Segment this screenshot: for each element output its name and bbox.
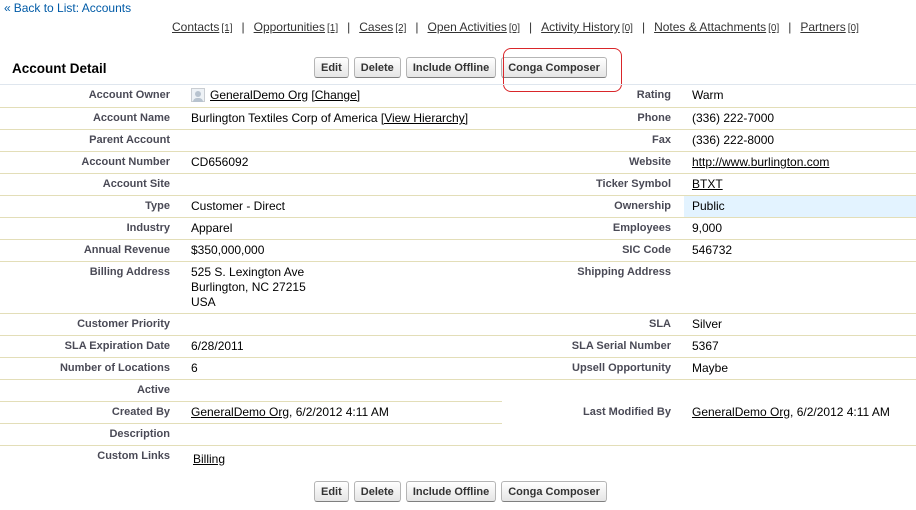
last-modified-by-value: GeneralDemo Org, 6/2/2012 4:11 AM: [692, 405, 890, 419]
billing-address-line2: Burlington, NC 27215: [191, 280, 306, 294]
rating-value: Warm: [692, 88, 724, 102]
edit-button-bottom[interactable]: Edit: [314, 481, 349, 502]
industry-label: Industry: [126, 222, 170, 234]
delete-button[interactable]: Delete: [353, 57, 401, 78]
related-link-notes-attachments[interactable]: Notes & Attachments [0]: [654, 20, 779, 34]
separator: |: [788, 20, 792, 34]
account-site-label: Account Site: [102, 178, 170, 190]
last-modified-by-link[interactable]: GeneralDemo Org: [692, 405, 790, 419]
separator: |: [241, 20, 245, 34]
customer-priority-label: Customer Priority: [77, 318, 170, 330]
description-label: Description: [109, 428, 170, 440]
ticker-symbol-link[interactable]: BTXT: [692, 177, 723, 192]
separator: |: [347, 20, 351, 34]
conga-composer-button-bottom[interactable]: Conga Composer: [501, 481, 607, 502]
ownership-value: Public: [692, 199, 725, 213]
num-locations-value: 6: [191, 361, 198, 375]
ownership-label: Ownership: [614, 200, 671, 212]
account-owner-value: GeneralDemo Org [Change]: [191, 88, 360, 103]
related-link-partners[interactable]: Partners [0]: [800, 20, 858, 34]
include-offline-button-bottom[interactable]: Include Offline: [405, 481, 497, 502]
custom-links-label: Custom Links: [97, 450, 170, 462]
related-list-links: Contacts [1] | Opportunities [1] | Cases [2] | Op…: [172, 20, 859, 34]
back-to-list-link[interactable]: «Back to List: Accounts: [4, 1, 131, 15]
annual-revenue-value: $350,000,000: [191, 243, 265, 257]
website-link[interactable]: http://www.burlington.com: [692, 155, 829, 170]
change-owner-link[interactable]: [Change]: [311, 88, 360, 102]
separator: |: [641, 20, 646, 34]
highlight-annotation: [503, 48, 622, 92]
parent-account-label: Parent Account: [89, 134, 170, 146]
fax-label: Fax: [652, 134, 671, 146]
related-link-open-activities[interactable]: Open Activities [0]: [428, 20, 521, 34]
created-by-value: GeneralDemo Org, 6/2/2012 4:11 AM: [191, 405, 389, 419]
type-value: Customer - Direct: [191, 199, 286, 213]
billing-custom-link[interactable]: Billing: [193, 452, 225, 467]
sic-code-label: SIC Code: [622, 244, 671, 256]
billing-address-value: 525 S. Lexington Ave Burlington, NC 2721…: [191, 265, 306, 310]
account-number-value: CD656092: [191, 155, 249, 169]
account-name-value: Burlington Textiles Corp of America [Vie…: [191, 111, 469, 125]
header-divider: [0, 84, 916, 85]
sla-label: SLA: [649, 318, 671, 330]
edit-button[interactable]: Edit: [314, 57, 349, 78]
separator: |: [529, 20, 533, 34]
sic-code-value: 546732: [692, 243, 733, 257]
view-hierarchy-link[interactable]: [View Hierarchy]: [381, 111, 468, 125]
shipping-address-label: Shipping Address: [577, 266, 671, 278]
sla-serial-label: SLA Serial Number: [571, 340, 671, 352]
active-label: Active: [136, 384, 170, 396]
last-modified-by-label: Last Modified By: [582, 406, 671, 418]
billing-address-label: Billing Address: [89, 266, 170, 278]
phone-value: (336) 222-7000: [692, 111, 775, 125]
sla-expiration-value: 6/28/2011: [191, 339, 244, 353]
sla-serial-value: 5367: [692, 339, 719, 353]
phone-label: Phone: [637, 112, 671, 124]
ticker-symbol-label: Ticker Symbol: [596, 178, 671, 190]
created-by-label: Created By: [111, 406, 170, 418]
account-number-label: Account Number: [81, 156, 170, 168]
billing-address-line1: 525 S. Lexington Ave: [191, 265, 305, 279]
fax-value: (336) 222-8000: [692, 133, 775, 147]
separator: |: [415, 20, 419, 34]
bottom-button-bar: Edit Delete Include Offline Conga Compos…: [314, 481, 607, 502]
num-locations-label: Number of Locations: [59, 362, 170, 374]
account-owner-label: Account Owner: [88, 89, 170, 101]
user-avatar-icon: [191, 88, 205, 102]
rating-label: Rating: [636, 89, 671, 101]
section-title: Account Detail: [12, 61, 107, 76]
account-name-label: Account Name: [92, 112, 170, 124]
billing-address-line3: USA: [191, 295, 216, 309]
employees-value: 9,000: [692, 221, 723, 235]
back-arrow-icon: «: [4, 1, 11, 15]
annual-revenue-label: Annual Revenue: [83, 244, 170, 256]
created-by-link[interactable]: GeneralDemo Org: [191, 405, 289, 419]
account-owner-link[interactable]: GeneralDemo Org: [210, 88, 308, 102]
related-link-activity-history[interactable]: Activity History [0]: [541, 20, 633, 34]
sla-expiration-label: SLA Expiration Date: [64, 340, 170, 352]
upsell-value: Maybe: [692, 361, 729, 375]
related-link-cases[interactable]: Cases [2]: [359, 20, 406, 34]
website-label: Website: [629, 156, 671, 168]
related-link-opportunities[interactable]: Opportunities [1]: [254, 20, 339, 34]
back-link-label: Back to List: Accounts: [13, 1, 132, 15]
employees-label: Employees: [612, 222, 671, 234]
related-link-contacts[interactable]: Contacts [1]: [172, 20, 232, 34]
delete-button-bottom[interactable]: Delete: [353, 481, 401, 502]
upsell-label: Upsell Opportunity: [572, 362, 671, 374]
sla-value: Silver: [692, 317, 723, 331]
include-offline-button[interactable]: Include Offline: [405, 57, 497, 78]
industry-value: Apparel: [191, 221, 233, 235]
type-label: Type: [145, 200, 170, 212]
